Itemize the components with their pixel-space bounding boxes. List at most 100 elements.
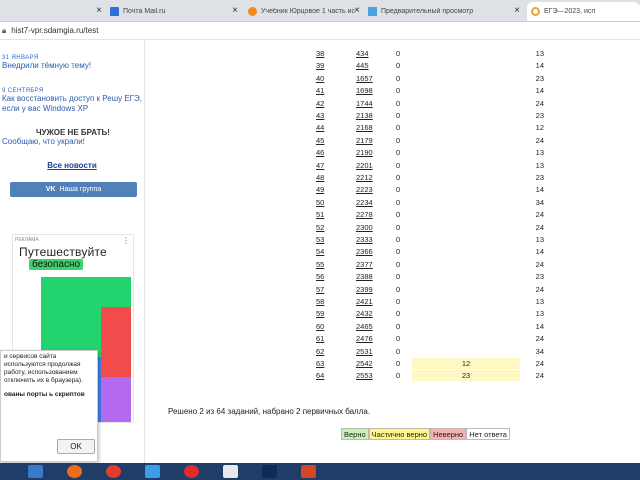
task-number-link[interactable]: 45 bbox=[316, 135, 338, 146]
news-alert-link[interactable]: Сообщаю, что украли! bbox=[2, 137, 144, 147]
task-number-link[interactable]: 51 bbox=[316, 209, 338, 220]
given-answer-cell bbox=[412, 209, 520, 220]
more-options-icon[interactable]: ⋮ bbox=[122, 236, 130, 245]
table-row: 59 2432 0 13 bbox=[146, 308, 640, 319]
folder-icon[interactable] bbox=[145, 465, 160, 478]
table-row: 61 2476 0 24 bbox=[146, 333, 640, 344]
points-cell: 24 bbox=[535, 259, 544, 269]
task-number-link[interactable]: 63 bbox=[316, 358, 338, 369]
photoshop-icon[interactable] bbox=[262, 465, 277, 478]
task-number-link[interactable]: 57 bbox=[316, 284, 338, 295]
task-number-link[interactable]: 56 bbox=[316, 271, 338, 282]
firefox-icon[interactable] bbox=[67, 465, 82, 478]
answer-cell: 0 bbox=[396, 272, 401, 282]
task-id-link[interactable]: 2531 bbox=[356, 346, 386, 357]
answer-cell: 0 bbox=[396, 321, 401, 331]
task-id-link[interactable]: 2190 bbox=[356, 147, 386, 158]
task-number-link[interactable]: 41 bbox=[316, 85, 338, 96]
answer-cell: 0 bbox=[396, 73, 401, 83]
task-number-link[interactable]: 55 bbox=[316, 259, 338, 270]
given-answer-cell bbox=[412, 296, 520, 307]
task-id-link[interactable]: 1698 bbox=[356, 85, 386, 96]
task-id-link[interactable]: 2201 bbox=[356, 160, 386, 171]
task-number-link[interactable]: 40 bbox=[316, 73, 338, 84]
yandex-icon[interactable] bbox=[184, 465, 199, 478]
task-number-link[interactable]: 62 bbox=[316, 346, 338, 357]
task-number-link[interactable]: 64 bbox=[316, 370, 338, 381]
browser-tab-active[interactable]: ЕГЭ—2023, исп bbox=[527, 2, 640, 21]
explorer-icon[interactable] bbox=[28, 465, 43, 478]
given-answer-cell bbox=[412, 284, 520, 295]
points-cell: 23 bbox=[535, 173, 544, 182]
points-cell: 24 bbox=[535, 284, 544, 294]
task-id-link[interactable]: 2465 bbox=[356, 321, 386, 332]
vk-group-button[interactable]: VK Наша группа bbox=[10, 182, 137, 197]
browser-tab-1[interactable]: × bbox=[10, 2, 106, 21]
task-id-link[interactable]: 2138 bbox=[356, 110, 386, 121]
close-icon[interactable]: × bbox=[514, 5, 520, 16]
task-id-link[interactable]: 2421 bbox=[356, 296, 386, 307]
given-answer-cell bbox=[412, 73, 520, 84]
task-id-link[interactable]: 2399 bbox=[356, 284, 386, 295]
news-link[interactable]: Внедрили тёмную тему! bbox=[2, 61, 144, 71]
task-number-link[interactable]: 49 bbox=[316, 184, 338, 195]
task-id-link[interactable]: 434 bbox=[356, 48, 386, 59]
task-id-link[interactable]: 2212 bbox=[356, 172, 386, 183]
table-row: 51 2278 0 24 bbox=[146, 209, 640, 220]
chrome-icon[interactable] bbox=[106, 465, 121, 478]
close-icon[interactable]: × bbox=[232, 5, 238, 16]
task-id-link[interactable]: 2542 bbox=[356, 358, 386, 369]
points-cell: 23 bbox=[535, 73, 544, 83]
task-id-link[interactable]: 2223 bbox=[356, 184, 386, 195]
task-number-link[interactable]: 43 bbox=[316, 110, 338, 121]
task-id-link[interactable]: 2278 bbox=[356, 209, 386, 220]
url-text: hist7-vpr.sdamgia.ru/test bbox=[11, 26, 99, 35]
browser-tab-textbook[interactable]: Учебник Юрцовое 1 часть ис × bbox=[244, 2, 364, 21]
task-number-link[interactable]: 39 bbox=[316, 60, 338, 71]
task-number-link[interactable]: 60 bbox=[316, 321, 338, 332]
task-id-link[interactable]: 2366 bbox=[356, 246, 386, 257]
task-id-link[interactable]: 2377 bbox=[356, 259, 386, 270]
task-id-link[interactable]: 1744 bbox=[356, 98, 386, 109]
task-number-link[interactable]: 59 bbox=[316, 308, 338, 319]
mail-icon[interactable] bbox=[223, 465, 238, 478]
lock-icon[interactable]: 🔒︎ bbox=[2, 26, 6, 36]
task-id-link[interactable]: 2168 bbox=[356, 122, 386, 133]
table-row: 41 1698 0 14 bbox=[146, 85, 640, 96]
task-number-link[interactable]: 42 bbox=[316, 98, 338, 109]
close-icon[interactable]: × bbox=[96, 5, 102, 16]
close-icon[interactable]: × bbox=[354, 5, 360, 16]
task-id-link[interactable]: 1657 bbox=[356, 73, 386, 84]
powerpoint-icon[interactable] bbox=[301, 465, 316, 478]
task-id-link[interactable]: 2234 bbox=[356, 197, 386, 208]
task-number-link[interactable]: 53 bbox=[316, 234, 338, 245]
news-link[interactable]: Как восстановить доступ к Решу ЕГЭ, если… bbox=[2, 94, 144, 114]
task-id-link[interactable]: 2553 bbox=[356, 370, 386, 381]
task-number-link[interactable]: 48 bbox=[316, 172, 338, 183]
task-number-link[interactable]: 61 bbox=[316, 333, 338, 344]
task-id-link[interactable]: 2300 bbox=[356, 222, 386, 233]
task-number-link[interactable]: 38 bbox=[316, 48, 338, 59]
browser-tab-mail[interactable]: Почта Mail.ru × bbox=[106, 2, 242, 21]
task-id-link[interactable]: 2179 bbox=[356, 135, 386, 146]
browser-tab-preview[interactable]: Предварительный просмотр × bbox=[364, 2, 524, 21]
task-number-link[interactable]: 50 bbox=[316, 197, 338, 208]
tab-label: Предварительный просмотр bbox=[381, 8, 474, 15]
task-number-link[interactable]: 54 bbox=[316, 246, 338, 257]
task-number-link[interactable]: 52 bbox=[316, 222, 338, 233]
address-bar[interactable]: 🔒︎ hist7-vpr.sdamgia.ru/test bbox=[0, 22, 640, 40]
task-id-link[interactable]: 2432 bbox=[356, 308, 386, 319]
cookie-ok-button[interactable]: OK bbox=[57, 439, 95, 454]
task-id-link[interactable]: 445 bbox=[356, 60, 386, 71]
task-id-link[interactable]: 2476 bbox=[356, 333, 386, 344]
task-number-link[interactable]: 46 bbox=[316, 147, 338, 158]
task-number-link[interactable]: 47 bbox=[316, 160, 338, 171]
task-id-link[interactable]: 2388 bbox=[356, 271, 386, 282]
all-news-link[interactable]: Все новости bbox=[0, 161, 144, 170]
points-cell: 13 bbox=[535, 160, 544, 170]
table-row: 62 2531 0 34 bbox=[146, 346, 640, 357]
given-answer-cell bbox=[412, 60, 520, 71]
task-number-link[interactable]: 58 bbox=[316, 296, 338, 307]
task-id-link[interactable]: 2333 bbox=[356, 234, 386, 245]
task-number-link[interactable]: 44 bbox=[316, 122, 338, 133]
